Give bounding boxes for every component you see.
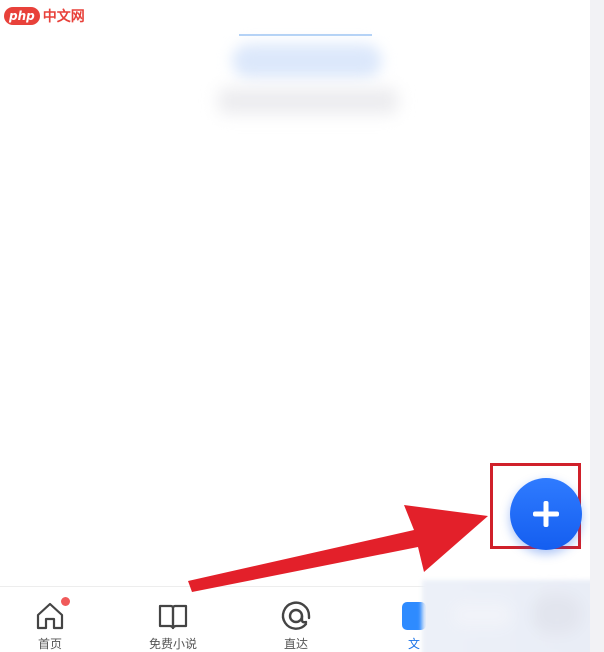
nav-label: 文: [407, 637, 420, 651]
book-icon: [156, 599, 190, 633]
watermark-badge: php: [4, 7, 40, 25]
watermark-text: 中文网: [42, 9, 85, 25]
nav-item-home[interactable]: 首页: [0, 587, 100, 652]
plus-icon: [533, 501, 559, 527]
nav-label: 首页: [37, 637, 62, 651]
nav-label: 直达: [283, 637, 308, 651]
blur-shape: [452, 602, 512, 628]
blurred-button: [232, 44, 382, 78]
blur-shape: [532, 594, 582, 634]
screen-edge: [590, 0, 604, 652]
site-watermark: php 中文网: [4, 4, 85, 28]
at-sign-icon: [279, 599, 313, 633]
nav-item-free-novel[interactable]: 免费小说: [123, 587, 223, 652]
add-button[interactable]: [510, 478, 582, 550]
nav-label: 免费小说: [148, 637, 197, 651]
notification-dot: [61, 597, 70, 606]
blurred-divider: [239, 34, 372, 36]
nav-item-direct[interactable]: 直达: [246, 587, 346, 652]
blurred-corner: [422, 580, 590, 652]
app-screen: 首页 免费小说 直达 文: [0, 0, 590, 652]
home-icon: [33, 597, 70, 633]
blurred-text: [218, 88, 398, 114]
